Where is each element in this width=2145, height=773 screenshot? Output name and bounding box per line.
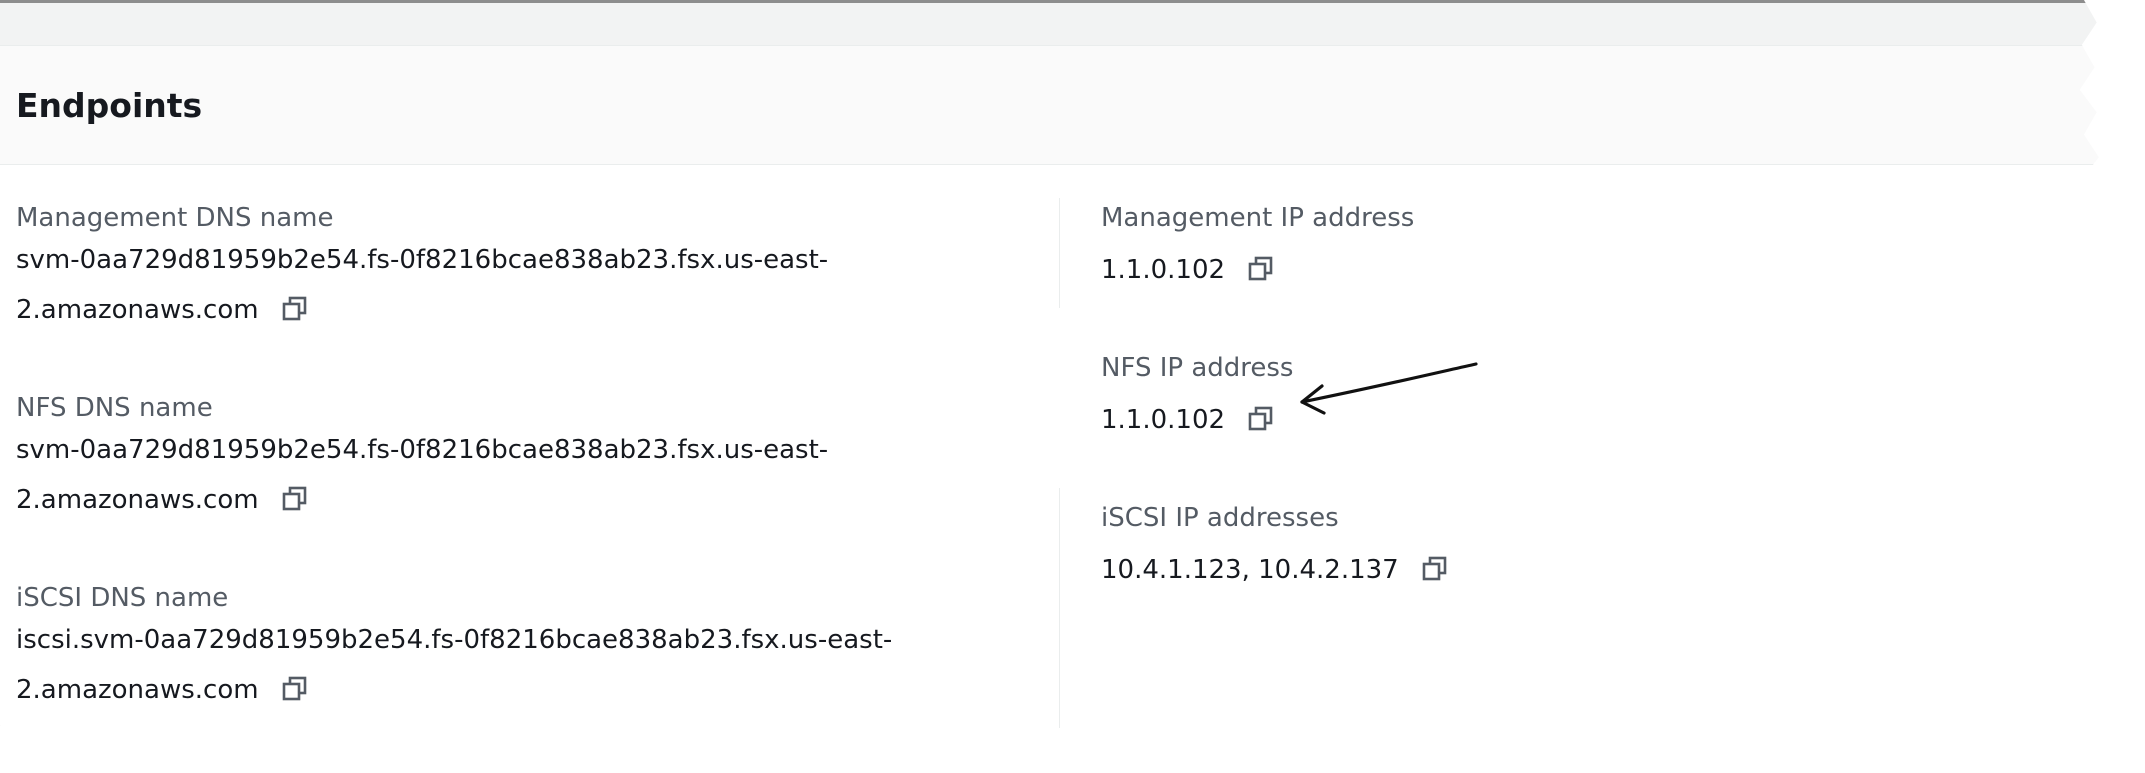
iscsi-ip-value: 10.4.1.123, 10.4.2.137 bbox=[1101, 545, 1449, 595]
copy-icon[interactable] bbox=[1247, 255, 1275, 283]
copy-icon[interactable] bbox=[281, 675, 309, 703]
nfs-dns-label: NFS DNS name bbox=[16, 393, 213, 423]
management-ip-value-text: 1.1.0.102 bbox=[1101, 255, 1226, 285]
copy-icon[interactable] bbox=[1421, 555, 1449, 583]
iscsi-ip-label: iSCSI IP addresses bbox=[1101, 503, 1339, 533]
management-dns-label: Management DNS name bbox=[16, 203, 334, 233]
top-strip bbox=[0, 3, 2099, 46]
management-dns-field: Management DNS name svm-0aa729d81959b2e5… bbox=[16, 201, 828, 335]
column-divider bbox=[1059, 488, 1060, 728]
nfs-dns-value-line2-text: 2.amazonaws.com bbox=[16, 485, 259, 515]
copy-icon[interactable] bbox=[1247, 405, 1275, 433]
panel-header: Endpoints bbox=[0, 46, 2099, 165]
nfs-dns-field: NFS DNS name svm-0aa729d81959b2e54.fs-0f… bbox=[16, 391, 828, 525]
iscsi-dns-value-line1: iscsi.svm-0aa729d81959b2e54.fs-0f8216bca… bbox=[16, 625, 893, 655]
endpoints-panel: Endpoints Management DNS name svm-0aa729… bbox=[0, 0, 2099, 743]
nfs-ip-value: 1.1.0.102 bbox=[1101, 395, 1293, 445]
iscsi-ip-field: iSCSI IP addresses 10.4.1.123, 10.4.2.13… bbox=[1101, 501, 1449, 595]
iscsi-ip-value-text: 10.4.1.123, 10.4.2.137 bbox=[1101, 555, 1399, 585]
nfs-ip-field: NFS IP address 1.1.0.102 bbox=[1101, 351, 1293, 445]
copy-icon[interactable] bbox=[281, 295, 309, 323]
section-title: Endpoints bbox=[16, 86, 203, 125]
iscsi-dns-label: iSCSI DNS name bbox=[16, 583, 229, 613]
nfs-ip-value-text: 1.1.0.102 bbox=[1101, 405, 1226, 435]
nfs-dns-value-line2: 2.amazonaws.com bbox=[16, 475, 828, 525]
copy-icon[interactable] bbox=[281, 485, 309, 513]
management-ip-field: Management IP address 1.1.0.102 bbox=[1101, 201, 1414, 295]
arrow-icon bbox=[1300, 362, 1478, 415]
iscsi-dns-field: iSCSI DNS name iscsi.svm-0aa729d81959b2e… bbox=[16, 581, 892, 715]
management-ip-value: 1.1.0.102 bbox=[1101, 245, 1414, 295]
iscsi-dns-value-line2-text: 2.amazonaws.com bbox=[16, 675, 259, 705]
management-dns-value-line2: 2.amazonaws.com bbox=[16, 285, 828, 335]
iscsi-dns-value-line2: 2.amazonaws.com bbox=[16, 665, 892, 715]
management-dns-value-line2-text: 2.amazonaws.com bbox=[16, 295, 259, 325]
management-ip-label: Management IP address bbox=[1101, 203, 1415, 233]
nfs-dns-value-line1: svm-0aa729d81959b2e54.fs-0f8216bcae838ab… bbox=[16, 435, 829, 465]
management-dns-value-line1: svm-0aa729d81959b2e54.fs-0f8216bcae838ab… bbox=[16, 245, 829, 275]
column-divider bbox=[1059, 198, 1060, 308]
nfs-ip-label: NFS IP address bbox=[1101, 353, 1294, 383]
